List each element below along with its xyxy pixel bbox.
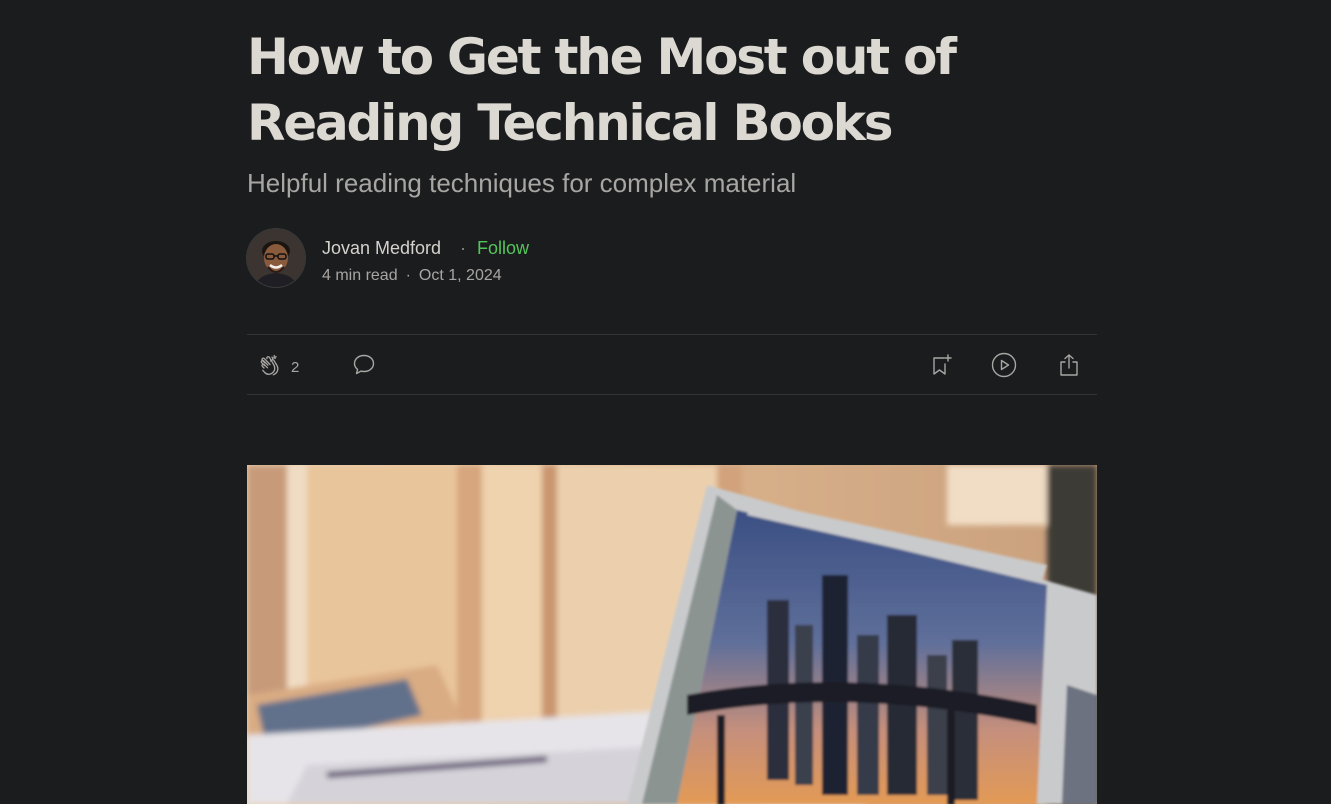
article-subtitle: Helpful reading techniques for complex m… [247,168,797,198]
clap-count: 2 [291,359,300,376]
publish-date: Oct 1, 2024 [418,267,502,284]
clap-icon [258,352,284,378]
read-time: 4 min read [322,267,398,284]
article-title: How to Get the Most out of Reading Techn… [247,28,957,152]
bookmark-add-icon [928,352,954,378]
share-icon [1056,352,1082,378]
article-action-bar: 2 [247,334,1097,395]
author-byline: Jovan Medford · Follow 4 min read · Oct 1,… [247,229,847,289]
author-name[interactable]: Jovan Medford [322,238,441,259]
clap-button[interactable] [258,352,284,378]
byline-separator: · [460,238,466,258]
play-icon [991,352,1017,378]
hero-image [247,465,1097,804]
follow-button[interactable]: Follow [477,238,529,259]
save-button[interactable] [928,352,954,378]
article-meta: 4 min read · Oct 1, 2024 [322,267,502,285]
author-avatar[interactable] [247,229,305,287]
meta-separator: · [405,267,411,284]
comment-icon [351,352,377,378]
share-button[interactable] [1056,352,1082,378]
listen-button[interactable] [991,352,1017,378]
comment-button[interactable] [351,352,377,378]
